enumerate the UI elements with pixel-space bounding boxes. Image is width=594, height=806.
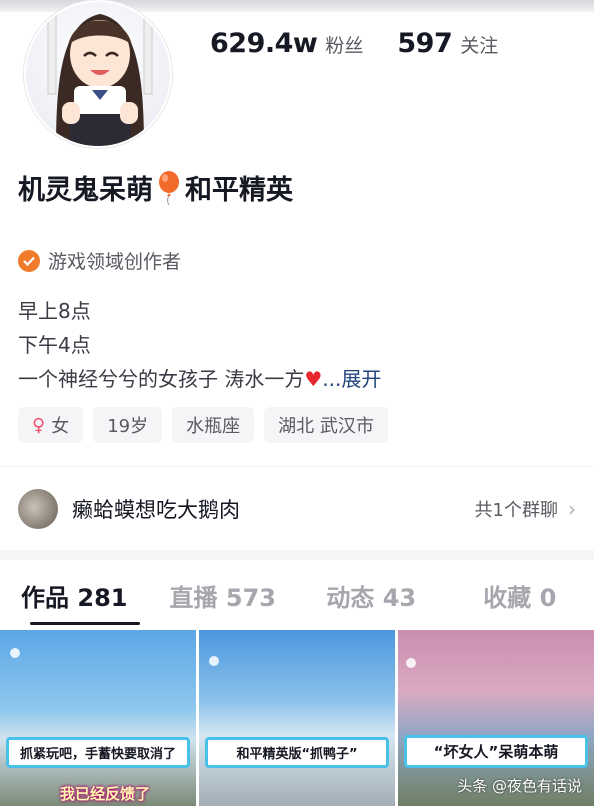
profile-stats: 629.4w 粉丝 597 关注 [210,28,498,68]
bio-line-text: 一个神经兮兮的女孩子 涛水一方 [18,367,305,391]
heart-icon: ♥ [304,367,323,391]
followers-count[interactable]: 629.4w [210,28,318,59]
video-thumbnail[interactable]: 和平精英版“抓鸭子” [199,630,395,806]
profile-avatar[interactable] [24,0,172,148]
video-caption: 抓紧玩吧，手蓄快要取消了 [6,737,190,768]
video-caption: 和平精英版“抓鸭子” [205,737,389,768]
tab-works[interactable]: 作品 281 [0,578,149,613]
nickname-part1: 机灵鬼呆萌 [18,175,153,206]
tag-gender-label: 女 [51,416,70,437]
following-count[interactable]: 597 [397,28,452,59]
nickname-part2: 和平精英 [185,175,293,206]
following-label[interactable]: 关注 [460,31,498,58]
profile-tags: ♀ 女 19岁 水瓶座 湖北 武汉市 [18,407,398,443]
profile-bio: 早上8点 下午4点 一个神经兮兮的女孩子 涛水一方♥...展开 [18,294,381,396]
video-caption: “坏女人”呆萌本萌 [404,735,588,768]
group-avatar [18,489,58,529]
watermark-text: 头条 @夜色有话说 [457,777,582,795]
video-thumbnail[interactable]: 抓紧玩吧，手蓄快要取消了 我已经反馈了 [0,630,196,806]
content-tabs: 作品 281 直播 573 动态 43 收藏 0 [0,565,594,625]
video-grid: 抓紧玩吧，手蓄快要取消了 我已经反馈了 和平精英版“抓鸭子” “坏女人”呆萌本萌… [0,630,594,806]
profile-nickname: 机灵鬼呆萌 和平精英 [18,168,293,207]
tag-gender: ♀ 女 [18,407,84,443]
section-divider [0,550,594,560]
tag-zodiac: 水瓶座 [172,407,255,443]
balloon-icon [159,170,179,205]
bio-expand-link[interactable]: ...展开 [322,367,381,391]
video-sticker-text: 我已经反馈了 [60,785,151,803]
bio-line: 早上8点 [18,299,91,323]
active-tab-underline [30,622,140,625]
tag-age: 19岁 [93,407,163,443]
group-count: 共1个群聊 [474,500,558,521]
group-chat-row[interactable]: 癞蛤蟆想吃大鹅肉 共1个群聊 › [0,480,594,538]
followers-label[interactable]: 粉丝 [325,31,363,58]
tab-favorites[interactable]: 收藏 0 [446,578,594,613]
divider [0,466,594,467]
female-icon: ♀ [32,414,46,436]
chevron-right-icon: › [568,497,576,521]
bio-line-last: 一个神经兮兮的女孩子 涛水一方♥...展开 [18,362,381,396]
certification-label: 游戏领域创作者 [48,251,182,273]
video-thumbnail[interactable]: “坏女人”呆萌本萌 头条 @夜色有话说 [398,630,594,806]
certification-row: 游戏领域创作者 [18,247,181,274]
tag-location: 湖北 武汉市 [264,407,388,443]
group-name: 癞蛤蟆想吃大鹅肉 [72,498,240,522]
tab-live[interactable]: 直播 573 [149,578,298,613]
avatar-illustration [47,7,153,146]
bio-line: 下午4点 [18,333,91,357]
verified-check-icon [18,249,40,272]
tab-posts[interactable]: 动态 43 [297,578,446,613]
